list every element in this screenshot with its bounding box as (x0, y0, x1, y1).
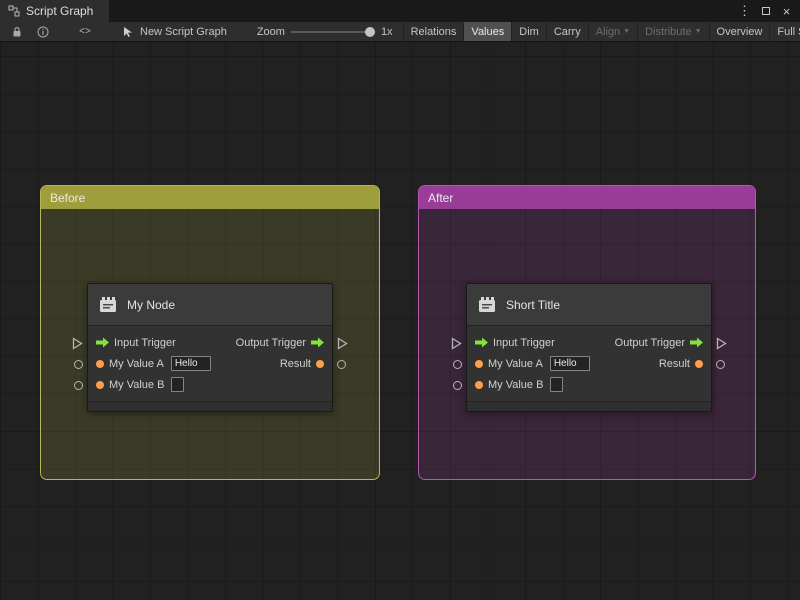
result-connector[interactable] (716, 360, 725, 369)
zoom-control: Zoom 1x (257, 26, 393, 38)
result-label: Result (279, 357, 311, 370)
cursor-icon (124, 26, 132, 37)
graph-selector[interactable]: New Script Graph (122, 26, 227, 38)
zoom-label: Zoom (256, 25, 285, 38)
unit-icon (100, 296, 116, 312)
result-port[interactable] (695, 359, 703, 368)
info-icon[interactable] (30, 22, 56, 41)
group-after-header[interactable]: After (419, 186, 755, 209)
chevron-down-icon: ▼ (694, 28, 702, 35)
node-short-title[interactable]: Short Title Input Trigger Output Trigger (451, 283, 727, 412)
unit-icon (479, 296, 495, 312)
code-icon[interactable]: <> (72, 26, 98, 37)
flow-port-row: Input Trigger Output Trigger (88, 332, 332, 353)
node-title: My Node (127, 297, 176, 312)
graph-toolbar: <> New Script Graph Zoom 1x Relations Va… (0, 22, 800, 42)
value-b-input[interactable] (171, 377, 185, 392)
value-b-input[interactable] (550, 377, 564, 392)
value-b-label: My Value B (488, 378, 544, 391)
value-b-connector[interactable] (453, 381, 462, 390)
tab-script-graph[interactable]: Script Graph (0, 0, 110, 22)
node-my-node[interactable]: My Node Input Trigger Output Trigger My … (72, 283, 348, 412)
kebab-menu-icon[interactable]: ⋮ (737, 3, 752, 19)
value-a-row: My Value A Result (467, 353, 711, 374)
align-button[interactable]: Align ▼ (587, 22, 637, 41)
flow-out-port[interactable] (311, 337, 324, 348)
graph-canvas[interactable]: Before After My Node Input Trigger Outpu… (0, 42, 800, 600)
value-b-row: My Value B (467, 374, 711, 395)
node-body: Input Trigger Output Trigger My Value A … (467, 326, 711, 401)
lock-icon[interactable] (4, 22, 30, 41)
flow-input-connector[interactable] (451, 337, 462, 355)
close-icon[interactable]: × (779, 3, 794, 19)
carry-button[interactable]: Carry (545, 22, 588, 41)
value-a-port[interactable] (475, 359, 483, 368)
relations-button[interactable]: Relations (402, 22, 464, 41)
value-a-port[interactable] (96, 359, 104, 368)
toolbar-buttons: Relations Values Dim Carry Align ▼ Distri… (402, 22, 800, 41)
node-title: Short Title (506, 297, 561, 312)
value-a-row: My Value A Result (88, 353, 332, 374)
flow-out-port[interactable] (690, 337, 703, 348)
value-a-label: My Value A (488, 357, 543, 370)
script-graph-window: Script Graph ⋮ × <> New Script Graph Zoo… (0, 0, 800, 600)
value-b-port[interactable] (475, 380, 483, 389)
zoom-slider[interactable] (290, 26, 375, 37)
value-a-connector[interactable] (453, 360, 462, 369)
value-b-port[interactable] (96, 380, 104, 389)
values-button[interactable]: Values (463, 22, 512, 41)
node-footer (88, 401, 332, 411)
flow-in-port[interactable] (96, 337, 109, 348)
maximize-icon[interactable] (758, 3, 773, 19)
flow-out-label: Output Trigger (614, 336, 685, 349)
value-a-input[interactable] (170, 356, 211, 371)
value-a-input[interactable] (549, 356, 590, 371)
dim-button[interactable]: Dim (511, 22, 546, 41)
node-header[interactable]: Short Title (467, 284, 711, 326)
script-graph-icon (8, 5, 20, 17)
tab-bar: Script Graph ⋮ × (0, 0, 800, 22)
zoom-value: 1x (380, 25, 393, 38)
distribute-button[interactable]: Distribute ▼ (637, 22, 708, 41)
flow-port-row: Input Trigger Output Trigger (467, 332, 711, 353)
flow-in-label: Input Trigger (114, 336, 176, 349)
flow-out-label: Output Trigger (235, 336, 306, 349)
node-body: Input Trigger Output Trigger My Value A … (88, 326, 332, 401)
overview-button[interactable]: Overview (708, 22, 770, 41)
value-b-row: My Value B (88, 374, 332, 395)
group-title: Before (50, 190, 86, 205)
flow-in-port[interactable] (475, 337, 488, 348)
result-port[interactable] (316, 359, 324, 368)
zoom-slider-track (290, 30, 375, 33)
group-title: After (428, 190, 454, 205)
window-controls: ⋮ × (737, 0, 800, 22)
fullscreen-button[interactable]: Full Scr (769, 22, 800, 41)
result-label: Result (658, 357, 690, 370)
flow-output-connector[interactable] (716, 337, 727, 355)
value-b-connector[interactable] (74, 381, 83, 390)
value-b-label: My Value B (109, 378, 165, 391)
value-a-label: My Value A (109, 357, 164, 370)
maximize-square (761, 7, 770, 15)
graph-name: New Script Graph (140, 25, 227, 38)
node-footer (467, 401, 711, 411)
flow-in-label: Input Trigger (493, 336, 555, 349)
flow-input-connector[interactable] (72, 337, 83, 355)
tab-title: Script Graph (26, 4, 94, 18)
node-header[interactable]: My Node (88, 284, 332, 326)
flow-output-connector[interactable] (337, 337, 348, 355)
value-a-connector[interactable] (74, 360, 83, 369)
zoom-slider-knob[interactable] (364, 26, 375, 37)
group-before-header[interactable]: Before (41, 186, 379, 209)
result-connector[interactable] (337, 360, 346, 369)
chevron-down-icon: ▼ (623, 28, 631, 35)
